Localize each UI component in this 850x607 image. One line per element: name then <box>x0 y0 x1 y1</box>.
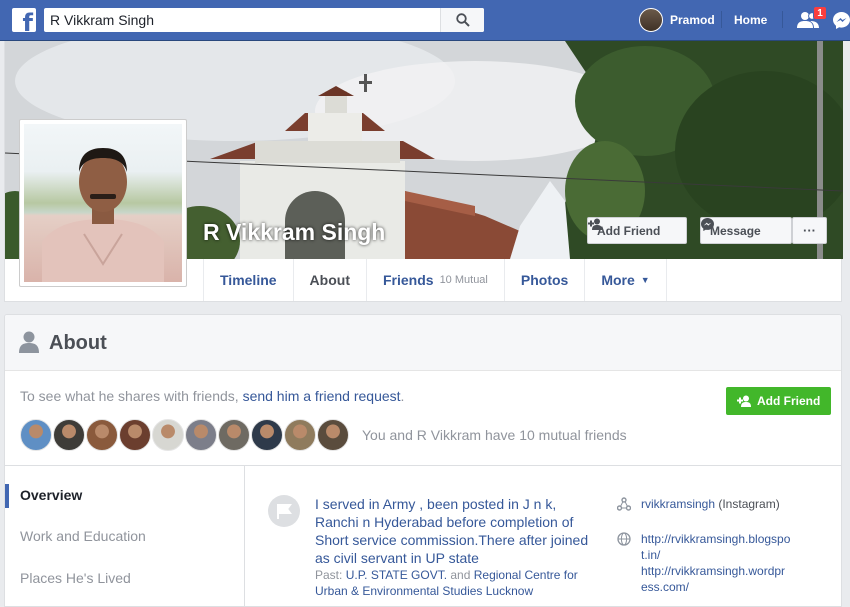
add-friend-label: Add Friend <box>757 394 821 408</box>
mutual-friends-text[interactable]: You and R Vikkram have 10 mutual friends <box>362 427 627 443</box>
website-link-blogspot[interactable]: http://rvikkramsingh.blogspot.in/ <box>641 531 791 563</box>
profile-photo-graphic <box>42 148 164 282</box>
tab-more-label: More <box>601 272 635 288</box>
mutual-friend-avatar[interactable] <box>317 419 349 451</box>
facebook-logo[interactable]: f <box>12 8 36 37</box>
message-button[interactable]: Message <box>700 217 792 244</box>
friend-request-prompt-end: . <box>400 388 405 404</box>
search-input[interactable] <box>44 8 440 32</box>
active-indicator <box>5 484 9 508</box>
add-friend-icon <box>588 218 602 230</box>
search-icon <box>456 13 470 27</box>
side-nav-places-lived[interactable]: Places He's Lived <box>20 570 131 586</box>
about-side-nav: Overview Work and Education Places He's … <box>5 466 245 606</box>
nav-separator <box>782 11 783 28</box>
more-options-icon: ··· <box>803 223 816 238</box>
employer-link-up-govt[interactable]: U.P. STATE GOVT. <box>346 568 447 582</box>
friend-request-prompt: To see what he shares with friends, send… <box>20 388 404 404</box>
tab-friends-label: Friends <box>382 272 434 288</box>
side-nav-work-education[interactable]: Work and Education <box>20 528 146 544</box>
nav-separator <box>721 11 722 28</box>
nav-home-link[interactable]: Home <box>734 13 767 27</box>
about-header: About <box>5 315 841 371</box>
tab-about[interactable]: About <box>293 259 367 301</box>
mutual-friend-avatar[interactable] <box>284 419 316 451</box>
facebook-logo-letter: f <box>22 9 33 37</box>
tab-friends-mutual-count: 10 Mutual <box>439 274 488 286</box>
mutual-friend-avatar[interactable] <box>53 419 85 451</box>
past-label: Past: <box>315 568 346 582</box>
mutual-friend-avatar[interactable] <box>185 419 217 451</box>
profile-picture[interactable] <box>19 119 187 287</box>
friend-requests-badge: 1 <box>813 6 827 20</box>
website-link-wordpress[interactable]: http://rvikkramsingh.wordpress.com/ <box>641 563 791 595</box>
side-nav-overview[interactable]: Overview <box>20 487 82 503</box>
instagram-label: (Instagram) <box>715 497 780 511</box>
message-label: Message <box>710 223 761 238</box>
mutual-friend-avatars <box>20 419 350 451</box>
caret-down-icon: ▼ <box>640 275 650 285</box>
tab-friends[interactable]: Friends 10 Mutual <box>367 259 505 301</box>
nav-profile-link[interactable]: Pramod <box>639 8 715 32</box>
mutual-friend-avatar[interactable] <box>218 419 250 451</box>
add-friend-icon <box>737 395 751 407</box>
past-employers: Past: U.P. STATE GOVT. and Regional Cent… <box>315 567 600 599</box>
send-friend-request-link[interactable]: send him a friend request <box>243 388 401 404</box>
mutual-friend-avatar[interactable] <box>119 419 151 451</box>
friend-request-prompt-text: To see what he shares with friends, <box>20 388 243 404</box>
more-options-button[interactable]: ··· <box>792 217 827 244</box>
mutual-friend-avatar[interactable] <box>251 419 283 451</box>
globe-icon <box>617 532 631 546</box>
tab-timeline-label: Timeline <box>220 272 277 288</box>
search-box <box>44 8 484 32</box>
mutual-friend-avatar[interactable] <box>86 419 118 451</box>
mutual-friend-avatar[interactable] <box>20 419 52 451</box>
instagram-link[interactable]: rvikkramsingh <box>641 497 715 511</box>
tab-more[interactable]: More ▼ <box>585 259 667 301</box>
profile-header: R Vikkram Singh Add Friend Message ··· T… <box>4 41 843 302</box>
past-and: and <box>447 568 474 582</box>
mutual-friend-avatar[interactable] <box>152 419 184 451</box>
mutual-friends-row: You and R Vikkram have 10 mutual friends <box>20 419 627 451</box>
tab-photos-label: Photos <box>520 272 569 288</box>
person-icon <box>19 331 39 353</box>
add-friend-button[interactable]: Add Friend <box>726 387 832 415</box>
messenger-icon <box>701 218 714 231</box>
instagram-icon <box>617 497 631 511</box>
work-icon <box>268 495 300 527</box>
tab-about-label: About <box>309 272 350 288</box>
tab-photos[interactable]: Photos <box>505 259 586 301</box>
nav-user-avatar <box>639 8 663 32</box>
top-navigation-bar: f Pramod Home 1 <box>0 0 850 41</box>
about-section: About To see what he shares with friends… <box>4 314 842 607</box>
add-friend-button[interactable]: Add Friend <box>587 217 687 244</box>
messenger-icon[interactable] <box>833 12 850 29</box>
profile-picture-image <box>24 124 182 282</box>
about-title: About <box>49 332 107 354</box>
nav-user-name: Pramod <box>670 13 715 27</box>
work-description: I served in Army , been posted in J n k,… <box>315 496 589 566</box>
website-list: http://rvikkramsingh.blogspot.in/ http:/… <box>641 531 791 595</box>
profile-tabs: Timeline About Friends 10 Mutual Photos M… <box>203 259 667 301</box>
add-friend-label: Add Friend <box>597 223 661 238</box>
profile-name[interactable]: R Vikkram Singh <box>203 219 385 246</box>
search-button[interactable] <box>440 8 484 32</box>
tab-timeline[interactable]: Timeline <box>203 259 294 301</box>
instagram-entry: rvikkramsingh (Instagram) <box>641 496 780 512</box>
